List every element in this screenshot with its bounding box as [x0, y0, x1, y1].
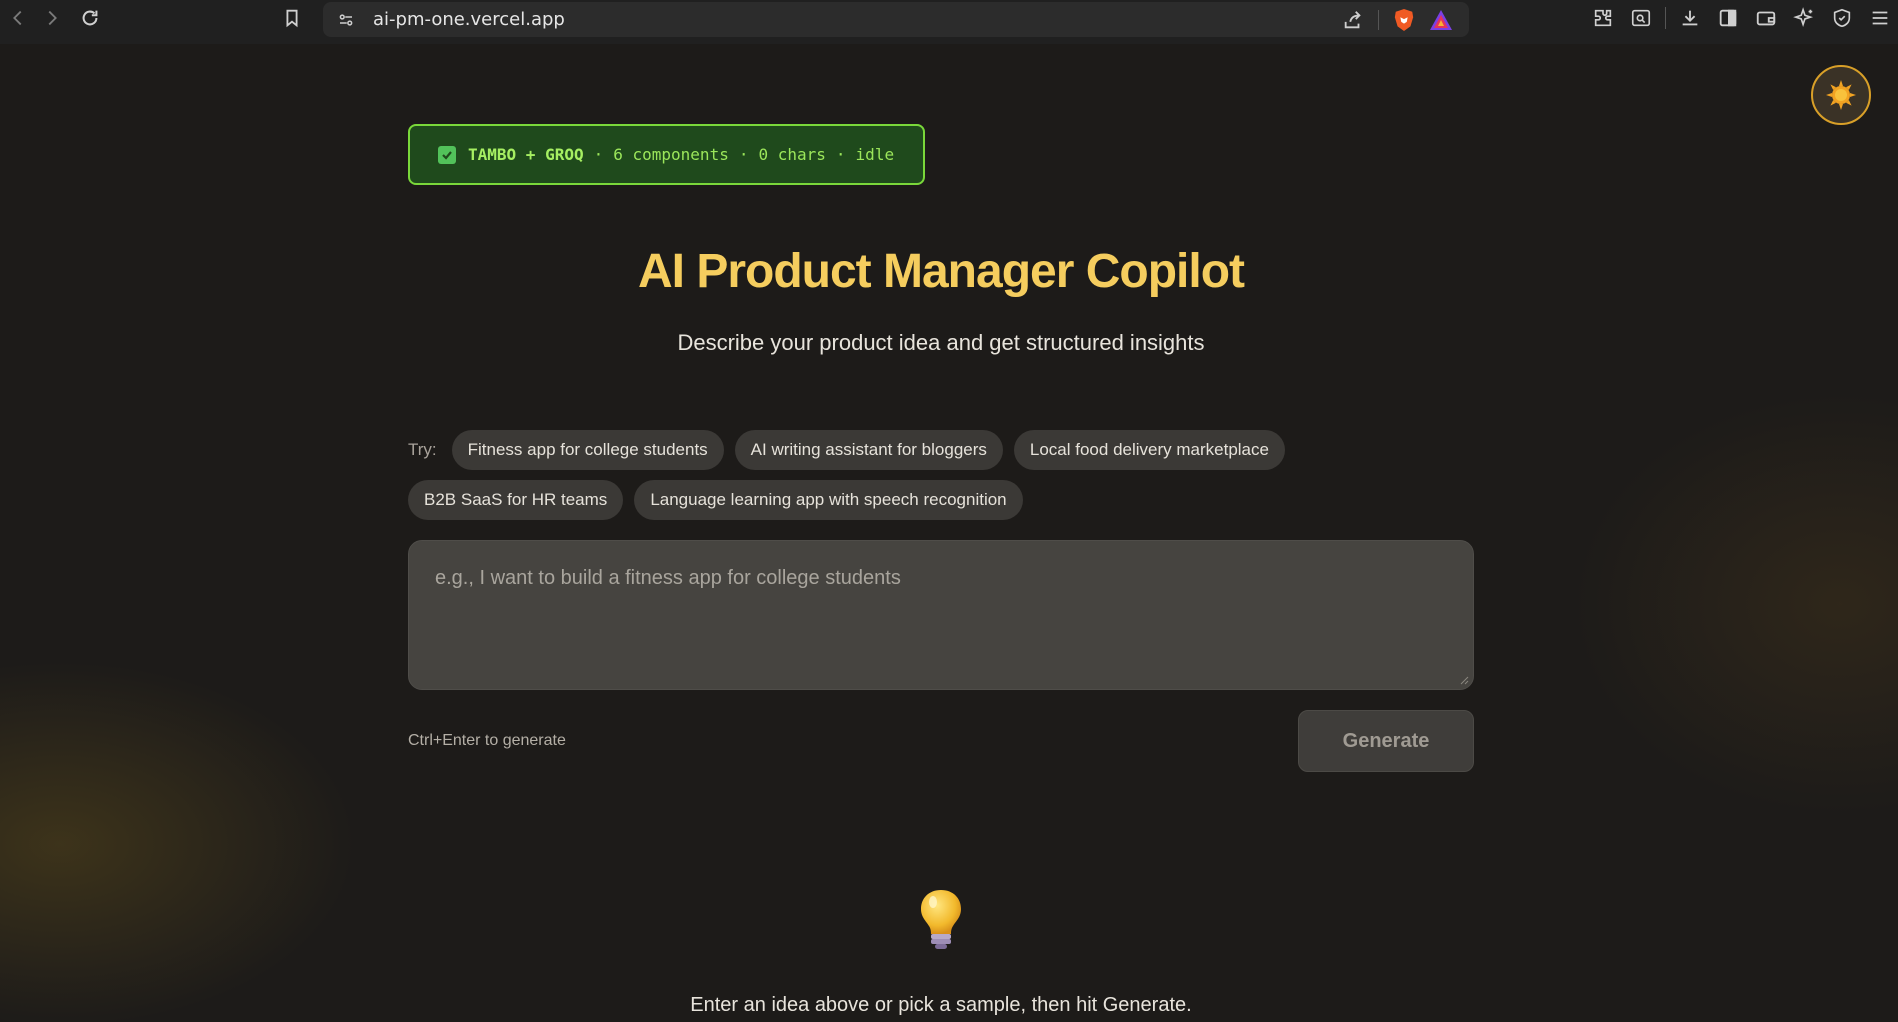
try-label: Try: — [408, 440, 437, 459]
sample-ideas: Try: Fitness app for college students AI… — [408, 430, 1474, 520]
status-brand: TAMBO + GROQ — [468, 145, 584, 164]
generate-button[interactable]: Generate — [1298, 710, 1474, 772]
resize-handle-icon[interactable] — [1459, 675, 1469, 685]
sample-chip[interactable]: AI writing assistant for bloggers — [734, 430, 1003, 470]
status-separator: · — [738, 145, 749, 164]
wallet-icon[interactable] — [1752, 4, 1780, 32]
status-chars: 0 chars — [758, 145, 826, 164]
sidebar-icon[interactable] — [1714, 4, 1742, 32]
sample-chip[interactable]: B2B SaaS for HR teams — [408, 480, 624, 520]
reload-icon[interactable] — [72, 0, 108, 36]
idea-input-placeholder: e.g., I want to build a fitness app for … — [435, 567, 901, 589]
site-settings-icon[interactable] — [337, 11, 355, 29]
forward-icon[interactable] — [34, 0, 70, 36]
vpn-shield-icon[interactable] — [1828, 4, 1856, 32]
sample-chip[interactable]: Local food delivery marketplace — [1013, 430, 1285, 470]
keyboard-hint: Ctrl+Enter to generate — [408, 732, 566, 749]
extensions-icon[interactable] — [1589, 4, 1617, 32]
sample-chip[interactable]: Language learning app with speech recogn… — [634, 480, 1023, 520]
menu-icon[interactable] — [1866, 4, 1894, 32]
browser-toolbar: ai-pm-one.vercel.app — [0, 0, 1898, 44]
share-icon[interactable] — [1342, 9, 1364, 31]
sun-icon — [1826, 80, 1856, 110]
page-title: AI Product Manager Copilot — [637, 245, 1245, 298]
url-text[interactable]: ai-pm-one.vercel.app — [373, 9, 565, 30]
check-icon — [438, 145, 456, 164]
status-separator: · — [835, 145, 846, 164]
page-subtitle: Describe your product idea and get struc… — [677, 330, 1205, 355]
reader-mode-icon[interactable] — [1627, 4, 1655, 32]
leo-ai-icon[interactable] — [1790, 4, 1818, 32]
brave-shields-icon[interactable] — [1393, 8, 1415, 32]
status-state: idle — [855, 145, 895, 164]
app-page: TAMBO + GROQ · 6 components · 0 chars · … — [0, 44, 1898, 1022]
status-badge: TAMBO + GROQ · 6 components · 0 chars · … — [408, 124, 925, 185]
empty-state-message: Enter an idea above or pick a sample, th… — [690, 994, 1192, 1016]
status-components: 6 components — [613, 145, 729, 164]
brave-rewards-icon[interactable] — [1429, 9, 1453, 31]
back-icon[interactable] — [0, 0, 36, 36]
browser-extensions — [1589, 0, 1898, 36]
lightbulb-icon — [921, 890, 961, 949]
address-bar[interactable]: ai-pm-one.vercel.app — [323, 2, 1469, 37]
sample-chip[interactable]: Fitness app for college students — [451, 430, 724, 470]
status-separator: · — [593, 145, 604, 164]
download-icon[interactable] — [1676, 4, 1704, 32]
idea-input[interactable]: e.g., I want to build a fitness app for … — [408, 540, 1474, 690]
theme-toggle-button[interactable] — [1811, 65, 1871, 125]
bookmark-icon[interactable] — [274, 0, 310, 36]
